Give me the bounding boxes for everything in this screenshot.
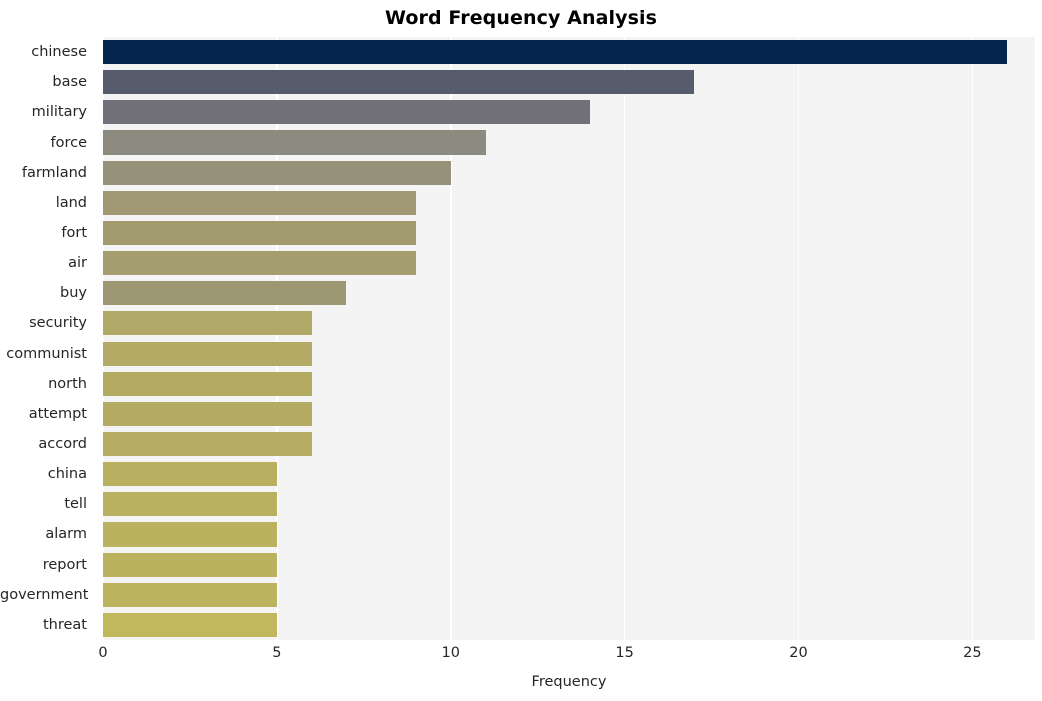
bar-threat[interactable] — [103, 612, 277, 637]
bar-row — [103, 130, 1035, 155]
y-tick-label-government: government — [0, 586, 89, 603]
y-tick-label-alarm: alarm — [45, 526, 87, 543]
bar-communist[interactable] — [103, 341, 312, 366]
bar-row — [103, 70, 1035, 95]
y-tick-label-base: base — [52, 74, 87, 91]
y-tick-label-air: air — [68, 255, 87, 272]
bar-north[interactable] — [103, 371, 312, 396]
bar-fort[interactable] — [103, 220, 416, 246]
bar-military[interactable] — [103, 100, 590, 125]
y-tick-label-fort: fort — [61, 224, 87, 241]
chart-title: Word Frequency Analysis — [384, 7, 658, 29]
bar-series — [103, 37, 1035, 640]
bar-row — [103, 522, 1035, 547]
bar-air[interactable] — [103, 251, 416, 276]
bar-row — [103, 160, 1035, 185]
x-tick-label-15: 15 — [615, 645, 634, 661]
bar-chinese[interactable] — [103, 40, 1008, 65]
bar-government[interactable] — [103, 582, 277, 607]
x-tick-label-25: 25 — [963, 645, 982, 661]
plot-area — [102, 37, 1035, 640]
bar-alarm[interactable] — [103, 522, 277, 547]
bar-row — [103, 492, 1035, 517]
bar-farmland[interactable] — [103, 160, 451, 185]
y-tick-label-accord: accord — [38, 436, 87, 453]
y-tick-label-china: china — [47, 466, 87, 483]
x-tick-label-0: 0 — [98, 645, 108, 661]
x-tick-label-20: 20 — [789, 645, 808, 661]
y-tick-label-chinese: chinese — [31, 44, 87, 61]
x-axis-tick-labels: 0 5 10 15 20 25 — [98, 645, 1035, 665]
y-tick-label-military: military — [31, 104, 87, 121]
bar-row — [103, 371, 1035, 396]
y-tick-label-security: security — [29, 315, 87, 332]
bar-land[interactable] — [103, 190, 416, 215]
bar-row — [103, 341, 1035, 366]
bar-row — [103, 462, 1035, 487]
bar-row — [103, 190, 1035, 215]
y-tick-label-land: land — [55, 194, 87, 211]
y-tick-label-buy: buy — [60, 285, 87, 302]
bar-row — [103, 431, 1035, 457]
bar-row — [103, 40, 1035, 65]
bar-row — [103, 220, 1035, 246]
x-axis-title: Frequency — [531, 674, 607, 690]
bar-base[interactable] — [103, 70, 695, 95]
y-tick-label-tell: tell — [64, 496, 87, 513]
y-tick-label-force: force — [50, 134, 87, 151]
y-axis-tick-labels: chinese base military force farmland land fort… — [0, 37, 95, 640]
bar-row — [103, 311, 1035, 336]
bar-row — [103, 281, 1035, 306]
y-tick-label-north: north — [48, 375, 87, 392]
bar-row — [103, 100, 1035, 125]
y-tick-label-attempt: attempt — [28, 405, 87, 422]
bar-row — [103, 582, 1035, 607]
chart-figure: Word Frequency Analysis chinese base milit… — [0, 0, 1042, 701]
bar-accord[interactable] — [103, 431, 312, 457]
bar-report[interactable] — [103, 552, 277, 577]
bar-row — [103, 552, 1035, 577]
bar-china[interactable] — [103, 462, 277, 487]
bar-force[interactable] — [103, 130, 486, 155]
y-tick-label-report: report — [42, 556, 87, 573]
x-tick-label-5: 5 — [272, 645, 282, 661]
bar-row — [103, 612, 1035, 637]
bar-security[interactable] — [103, 311, 312, 336]
y-tick-label-farmland: farmland — [21, 164, 87, 181]
bar-buy[interactable] — [103, 281, 347, 306]
bar-tell[interactable] — [103, 492, 277, 517]
y-tick-label-threat: threat — [42, 616, 87, 633]
y-tick-label-communist: communist — [6, 345, 87, 362]
bar-row — [103, 251, 1035, 276]
bar-attempt[interactable] — [103, 401, 312, 426]
bar-row — [103, 401, 1035, 426]
x-tick-label-10: 10 — [441, 645, 460, 661]
